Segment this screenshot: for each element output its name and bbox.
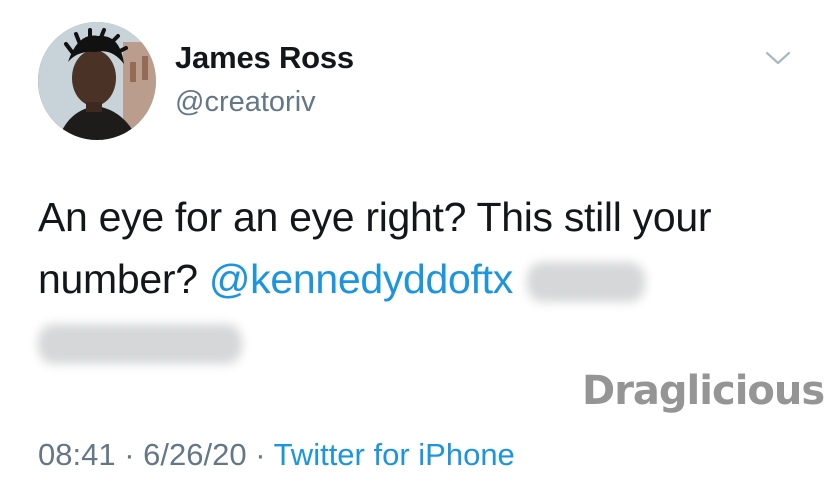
tweet-text-line-3	[38, 310, 808, 372]
redacted-phone-part-2	[38, 324, 242, 365]
tweet-text: An eye for an eye right? This still your…	[38, 186, 808, 372]
tweet-meta: 08:41 · 6/26/20 · Twitter for iPhone	[38, 437, 515, 473]
tweet-date: 6/26/20	[143, 437, 247, 472]
tweet-text-line-1: An eye for an eye right? This still your	[38, 194, 712, 240]
mention-link[interactable]: @kennedyddoftx	[209, 256, 513, 302]
meta-separator: ·	[115, 437, 144, 472]
redacted-phone-part-1	[526, 262, 645, 303]
tweet-source-link[interactable]: Twitter for iPhone	[274, 437, 515, 472]
watermark-logo: Draglicious	[582, 368, 825, 414]
tweet-time: 08:41	[38, 437, 116, 472]
meta-separator: ·	[246, 437, 274, 472]
chevron-down-icon[interactable]	[764, 48, 792, 68]
avatar[interactable]	[38, 22, 156, 140]
author-display-name[interactable]: James Ross	[175, 40, 354, 76]
tweet-text-prefix: number?	[38, 256, 209, 302]
tweet-text-line-2: number? @kennedyddoftx	[38, 248, 808, 310]
author-handle[interactable]: @creatoriv	[175, 86, 316, 119]
